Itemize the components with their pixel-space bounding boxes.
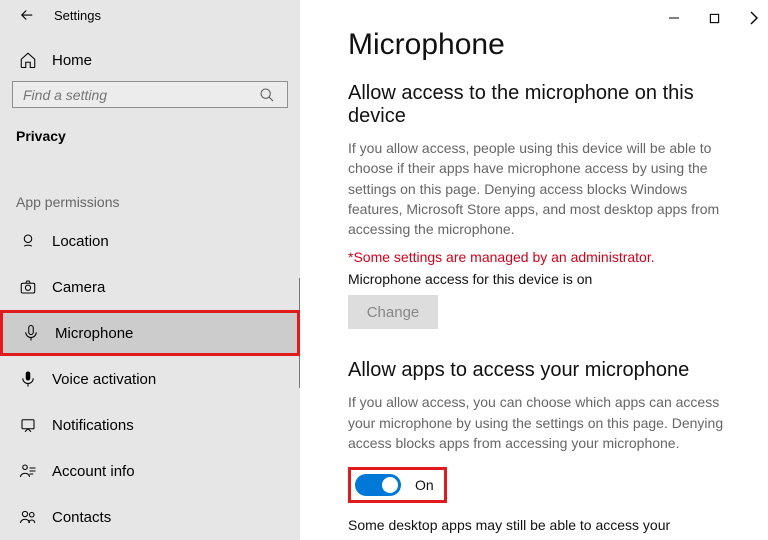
sidebar-item-camera[interactable]: Camera: [12, 264, 288, 310]
sidebar-item-label: Contacts: [52, 509, 111, 526]
sidebar-item-label: Microphone: [55, 325, 133, 342]
sidebar-item-account-info[interactable]: Account info: [12, 448, 288, 494]
category-title: Privacy: [12, 128, 288, 144]
microphone-icon: [21, 323, 41, 343]
footer-text: Some desktop apps may still be able to a…: [348, 515, 728, 540]
admin-warning: *Some settings are managed by an adminis…: [348, 249, 728, 265]
sidebar-item-label: Account info: [52, 463, 135, 480]
app-title: Settings: [54, 8, 101, 23]
section-heading: Allow access to the microphone on this d…: [348, 82, 728, 128]
notifications-icon: [18, 415, 38, 435]
sidebar-item-location[interactable]: Location: [12, 218, 288, 264]
sidebar-item-label: Voice activation: [52, 371, 156, 388]
minimize-button[interactable]: [666, 10, 682, 26]
sidebar-item-label: Location: [52, 233, 109, 250]
sidebar-item-label: Notifications: [52, 417, 134, 434]
content-area: Microphone Allow access to the microphon…: [300, 0, 768, 540]
maximize-button[interactable]: [706, 10, 722, 26]
toggle-knob: [382, 477, 398, 493]
nav-list: Location Camera Microphone Voice activat…: [12, 218, 288, 540]
change-button[interactable]: Change: [348, 295, 438, 329]
allow-apps-toggle-wrap: On: [348, 467, 447, 503]
camera-icon: [18, 277, 38, 297]
sidebar: Settings Home Privacy App permissions Lo…: [0, 0, 300, 540]
allow-apps-toggle[interactable]: [355, 474, 401, 496]
section-body: If you allow access, you can choose whic…: [348, 392, 728, 453]
footer-pre: Some desktop apps may still be able to a…: [348, 517, 670, 540]
status-line: Microphone access for this device is on: [348, 271, 728, 287]
section-body: If you allow access, people using this d…: [348, 138, 728, 239]
search-box[interactable]: [12, 81, 288, 108]
contacts-icon: [18, 507, 38, 527]
scroll-right-icon[interactable]: [746, 10, 762, 26]
sidebar-item-notifications[interactable]: Notifications: [12, 402, 288, 448]
window-controls: [666, 10, 762, 26]
page-title: Microphone: [348, 28, 728, 62]
search-icon: [259, 87, 275, 103]
home-icon: [18, 50, 38, 70]
toggle-state-label: On: [415, 477, 434, 493]
sidebar-item-contacts[interactable]: Contacts: [12, 494, 288, 540]
sidebar-item-home[interactable]: Home: [12, 45, 288, 76]
back-button[interactable]: [18, 6, 36, 24]
sidebar-item-voice-activation[interactable]: Voice activation: [12, 356, 288, 402]
home-label: Home: [52, 52, 92, 69]
location-icon: [18, 231, 38, 251]
voice-icon: [18, 369, 38, 389]
section-header: App permissions: [12, 194, 288, 210]
account-icon: [18, 461, 38, 481]
topbar: Settings: [12, 0, 288, 31]
search-input[interactable]: [23, 87, 277, 103]
section-heading: Allow apps to access your microphone: [348, 359, 728, 382]
sidebar-item-microphone[interactable]: Microphone: [0, 310, 300, 356]
sidebar-item-label: Camera: [52, 279, 105, 296]
